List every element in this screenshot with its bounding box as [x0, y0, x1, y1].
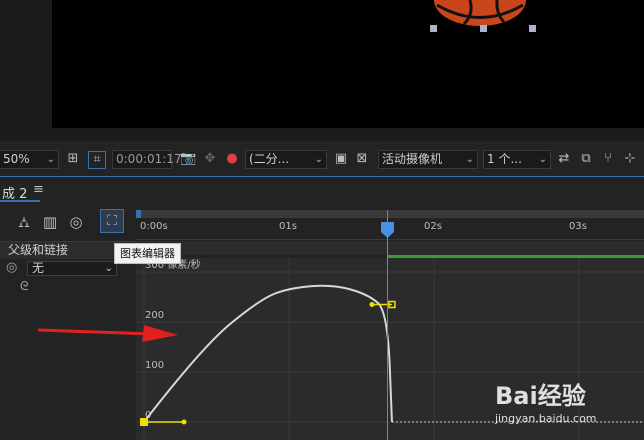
timecode-value: 0:00:01:17 — [116, 152, 182, 166]
graph-editor-tooltip: 图表编辑器 — [114, 243, 181, 264]
chevron-down-icon: ⌄ — [538, 154, 547, 165]
resolution-select[interactable]: (二分... ⌄ — [245, 150, 327, 169]
motion-blur-icon[interactable]: ⧉ — [578, 151, 594, 167]
transform-handle-right[interactable] — [529, 25, 536, 32]
transform-handle-left[interactable] — [430, 25, 437, 32]
show-snapshot-icon[interactable]: ✥ — [202, 151, 218, 167]
keyframe-handle-point — [369, 302, 375, 307]
flowchart-icon[interactable]: ⑂ — [600, 151, 616, 167]
ruler-tick-label: 02s — [424, 221, 442, 232]
graph-editor-button[interactable]: ⛶ — [100, 209, 124, 233]
chevron-down-icon: ⌄ — [465, 154, 474, 165]
composition-canvas[interactable] — [52, 0, 644, 128]
chevron-down-icon: ⌄ — [314, 154, 323, 165]
fast-previews-icon[interactable]: ▣ — [333, 151, 349, 167]
motion-blur-switch-icon[interactable]: ◎ — [66, 212, 86, 232]
parent-link-column-label: 父级和链接 — [8, 243, 69, 257]
baidu-jingyan-watermark: Bai经验 jingyan.baidu.com — [495, 372, 644, 440]
composition-viewer[interactable] — [0, 0, 644, 141]
camera-snapshot-icon[interactable]: 📷 — [180, 151, 196, 167]
ruler-tick-label: 01s — [279, 221, 297, 232]
red-arrow-annotation — [37, 325, 178, 342]
grid-guide-icon[interactable]: ⌗ — [88, 151, 106, 169]
work-area-start-handle[interactable] — [136, 210, 141, 218]
view-layout-value: 1 个... — [487, 152, 522, 166]
zoom-value: 50% — [3, 152, 30, 166]
layer-panel — [0, 202, 135, 440]
pick-whip-icon[interactable]: ◎ — [6, 260, 17, 275]
parent-select[interactable]: 无 ⌄ — [27, 261, 117, 276]
keyframe-handle-point — [181, 419, 187, 425]
watermark-brand: Bai经验 — [495, 382, 586, 410]
view-layout-select[interactable]: 1 个... ⌄ — [483, 150, 551, 169]
camera-select[interactable]: 活动摄像机 ⌄ — [378, 150, 478, 169]
timeline-tab-bar — [0, 180, 644, 202]
panel-divider — [0, 176, 644, 177]
resolution-value: (二分... — [249, 152, 290, 166]
ruler-tick-label: 03s — [569, 221, 587, 232]
chevron-down-icon: ⌄ — [104, 263, 113, 274]
playhead-marker[interactable] — [381, 222, 394, 238]
ruler-baseline — [136, 239, 644, 240]
speed-curve — [143, 284, 393, 423]
color-channels-icon[interactable]: ● — [224, 151, 240, 167]
hamburger-menu-icon[interactable]: ≡ — [33, 182, 44, 197]
y-tick-label: 100 — [145, 360, 164, 371]
work-area-bar[interactable] — [136, 210, 644, 218]
frame-blending-icon[interactable]: ▥ — [40, 212, 60, 232]
transform-handle-center[interactable] — [480, 25, 487, 32]
zoom-select[interactable]: 50% ⌄ — [0, 150, 59, 169]
keyframe-point — [140, 418, 148, 426]
network-icon[interactable]: ⊹ — [622, 151, 638, 167]
transparency-grid-icon[interactable]: ⊠ — [354, 151, 370, 167]
y-tick-label: 200 — [145, 310, 164, 321]
property-pick-whip-icon[interactable]: ᘓ — [20, 279, 28, 294]
draft-3d-icon[interactable]: ⛼ — [14, 212, 34, 232]
timecode-field[interactable]: 0:00:01:17 — [112, 150, 182, 169]
parent-value: 无 — [32, 261, 45, 275]
graph-header-strip — [136, 241, 644, 255]
playhead-line[interactable] — [387, 210, 388, 440]
watermark-url: jingyan.baidu.com — [495, 412, 597, 425]
camera-value: 活动摄像机 — [382, 152, 443, 166]
chevron-down-icon: ⌄ — [46, 154, 55, 165]
basketball-layer[interactable] — [52, 0, 644, 128]
ruler-tick-label: 0:00s — [140, 221, 168, 232]
toggle-pixel-aspect-icon[interactable]: ⇄ — [556, 151, 572, 167]
region-of-interest-icon[interactable]: ⊞ — [65, 151, 81, 167]
viewer-toolbar: 50% ⌄ ⊞ ⌗ 0:00:01:17 📷 ✥ ● (二分... ⌄ ▣ ⊠ … — [0, 146, 644, 174]
